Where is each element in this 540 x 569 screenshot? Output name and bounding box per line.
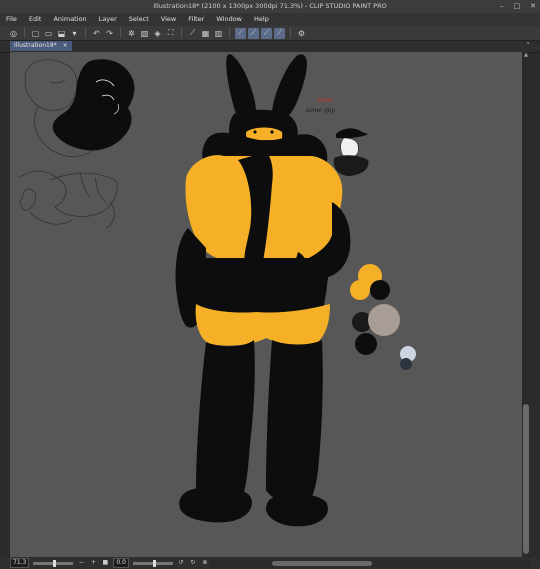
command-bar: ◎ ▢ ▭ ⬓ ▾ ↶ ↷ ✲ ▧ ◈ ⛶ ⟋ ▦ ▥ ⟋ ⟋ ⟋ ⟋ ⚙ [0, 26, 540, 41]
toolbar-divider [290, 28, 291, 38]
zoom-field[interactable]: 71.3 [10, 558, 30, 568]
stabilizer-icon[interactable]: ⟋ [248, 27, 259, 39]
character-figure [175, 54, 351, 527]
brush-settings-icon[interactable]: ⟋ [274, 27, 285, 39]
toolbar-divider [85, 28, 86, 38]
pen-pressure-icon[interactable]: ⟋ [235, 27, 246, 39]
plus-icon[interactable]: + [89, 559, 97, 567]
horizontal-scrollbar[interactable] [210, 560, 530, 567]
rotation-field[interactable]: 0.0 [113, 558, 129, 568]
minimize-icon[interactable]: – [500, 0, 504, 13]
undo-icon[interactable]: ↶ [91, 28, 102, 39]
artwork [19, 54, 416, 527]
stop-icon[interactable]: ■ [101, 559, 109, 567]
menu-animation[interactable]: Animation [47, 13, 92, 26]
tab-close-icon[interactable]: × [63, 41, 68, 51]
tab-illustration18[interactable]: Illustration18* × [10, 41, 72, 51]
reset-icon[interactable]: ⊗ [201, 559, 209, 567]
drawing-canvas[interactable]: ewe some guy [10, 52, 522, 557]
close-icon[interactable]: ✕ [530, 0, 536, 13]
menu-edit[interactable]: Edit [23, 13, 48, 26]
vertical-scrollbar[interactable]: ▲ [522, 52, 530, 557]
zoom-slider[interactable] [33, 559, 74, 567]
horizontal-scroll-thumb[interactable] [272, 561, 372, 566]
settings-icon[interactable]: ⚙ [296, 28, 307, 39]
tab-label: Illustration18* [14, 42, 57, 49]
sketch-black-figure [52, 59, 135, 151]
fill-icon[interactable]: ◈ [152, 28, 163, 39]
menu-filter[interactable]: Filter [182, 13, 210, 26]
menu-window[interactable]: Window [210, 13, 248, 26]
rotate-right-icon[interactable]: ↻ [189, 559, 197, 567]
menu-view[interactable]: View [155, 13, 182, 26]
tab-dropdown-icon[interactable]: ˅ [527, 41, 531, 51]
title-bar: Illustration18* (2100 x 1300px 300dpi 71… [0, 0, 540, 13]
menu-bar: File Edit Animation Layer Select View Fi… [0, 13, 540, 26]
window-controls: – □ ✕ [500, 0, 536, 13]
color-swatch-palette [350, 264, 416, 370]
toolbar-divider [229, 28, 230, 38]
menu-help[interactable]: Help [248, 13, 275, 26]
snap-ruler-icon[interactable]: ▥ [213, 28, 224, 39]
open-file-icon[interactable]: ▭ [43, 28, 54, 39]
rotation-slider-knob[interactable] [152, 559, 156, 567]
menu-file[interactable]: File [0, 13, 23, 26]
vertical-scroll-thumb[interactable] [523, 404, 529, 554]
zoom-slider-knob[interactable] [53, 559, 57, 567]
maximize-icon[interactable]: □ [514, 0, 521, 13]
toolbar-divider [24, 28, 25, 38]
red-handwritten-note: ewe [318, 96, 333, 104]
snap-grid-icon[interactable]: ▦ [200, 28, 211, 39]
window-title: Illustration18* (2100 x 1300px 300dpi 71… [153, 2, 387, 10]
transform-icon[interactable]: ⛶ [165, 28, 176, 39]
scroll-up-icon[interactable]: ▲ [523, 52, 529, 58]
toolbar-divider [120, 28, 121, 38]
loading-icon[interactable]: ✲ [126, 28, 137, 39]
toolbar-divider [181, 28, 182, 38]
menu-select[interactable]: Select [123, 13, 155, 26]
small-hat-figure [333, 128, 369, 176]
clear-icon[interactable]: ▧ [139, 28, 150, 39]
save-icon[interactable]: ⬓ [56, 28, 67, 39]
handwritten-note: some guy [306, 107, 335, 114]
stroke-icon[interactable]: ⟋ [261, 27, 272, 39]
rotation-slider[interactable] [132, 559, 173, 567]
snap-off-icon[interactable]: ⟋ [187, 28, 198, 39]
menu-layer[interactable]: Layer [93, 13, 123, 26]
new-file-icon[interactable]: ▢ [30, 28, 41, 39]
minus-icon[interactable]: − [77, 559, 85, 567]
rotate-left-icon[interactable]: ↺ [177, 559, 185, 567]
app-logo-icon[interactable]: ◎ [8, 28, 19, 39]
redo-icon[interactable]: ↷ [104, 28, 115, 39]
export-icon[interactable]: ▾ [69, 28, 80, 39]
